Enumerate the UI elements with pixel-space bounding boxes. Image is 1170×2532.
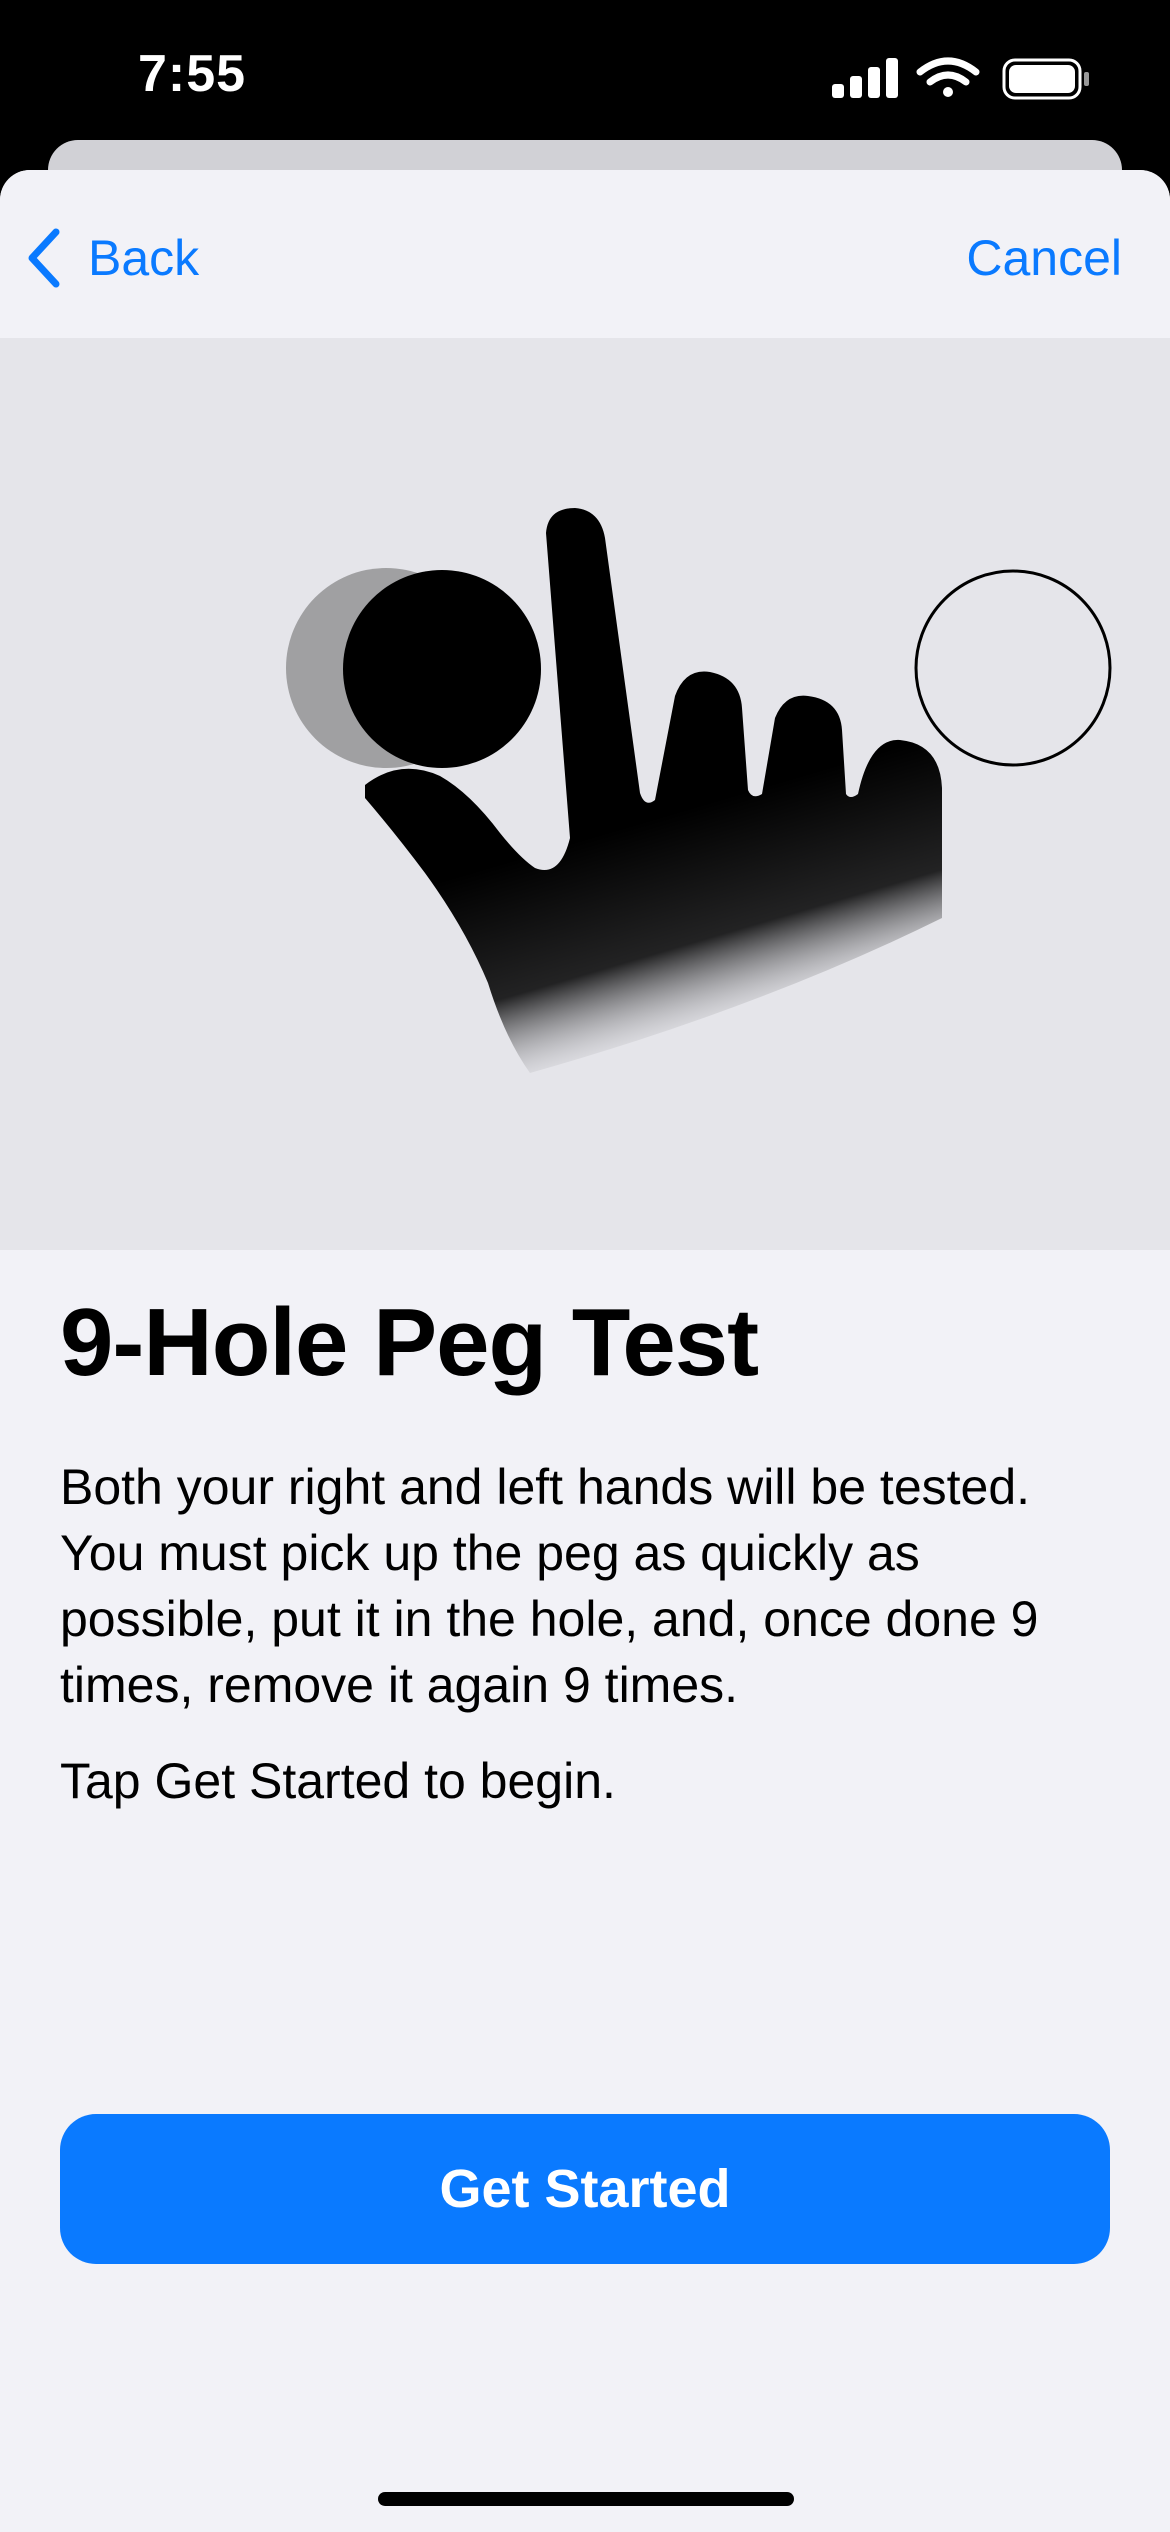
hand-peg-illustration-icon <box>286 508 1112 1073</box>
cancel-button[interactable]: Cancel <box>966 220 1122 296</box>
hole-icon <box>914 569 1112 767</box>
test-illustration <box>0 338 1170 1250</box>
screen: 7:55 Back Cancel 9-Hole Peg Test Both yo… <box>0 0 1170 2532</box>
content-area: 9-Hole Peg Test Both your right and left… <box>60 1290 1110 1814</box>
status-time: 7:55 <box>138 45 247 103</box>
navigation-bar: Back Cancel <box>0 170 1170 338</box>
get-started-button[interactable]: Get Started <box>60 2114 1110 2264</box>
status-icons <box>832 56 1092 100</box>
home-indicator <box>378 2492 794 2506</box>
instruction-paragraph: Tap Get Started to begin. <box>60 1752 616 1809</box>
description-paragraph: Both your right and left hands will be t… <box>60 1458 1039 1713</box>
peg-icon <box>343 570 541 768</box>
back-button[interactable]: Back <box>24 220 199 296</box>
cellular-signal-icon <box>832 58 898 98</box>
back-button-label: Back <box>88 230 200 286</box>
wifi-icon <box>916 57 980 97</box>
page-title: 9-Hole Peg Test <box>60 1289 759 1396</box>
modal-sheet: Back Cancel 9-Hole Peg Test Both your ri… <box>0 170 1170 2532</box>
status-bar: 7:55 <box>0 0 1170 140</box>
chevron-left-icon <box>28 228 60 288</box>
battery-icon <box>1002 58 1089 100</box>
